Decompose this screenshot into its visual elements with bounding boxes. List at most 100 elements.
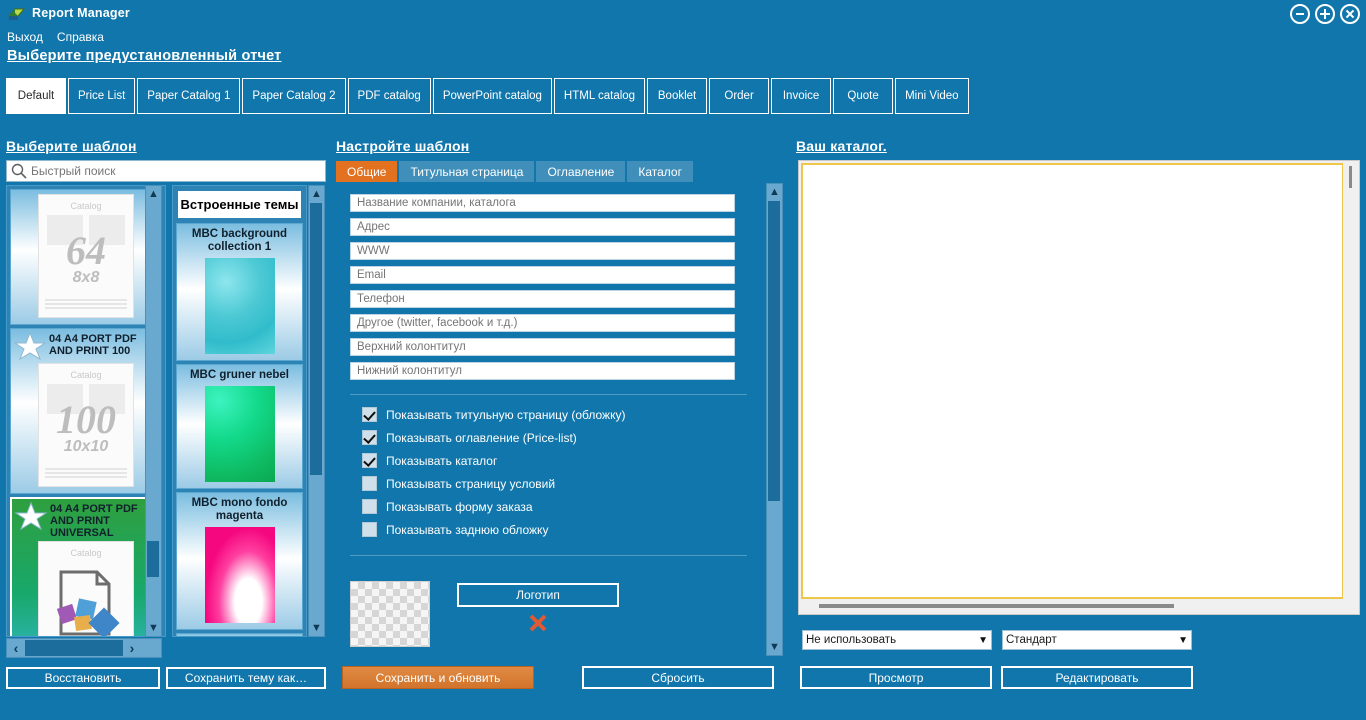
theme-thumbnail (204, 258, 275, 354)
header-input[interactable] (355, 340, 730, 354)
scroll-up-icon[interactable]: ▲ (146, 186, 161, 202)
close-button[interactable] (1340, 4, 1360, 24)
maximize-button[interactable] (1315, 4, 1335, 24)
scroll-up-icon[interactable]: ▲ (309, 186, 324, 202)
theme-card-mono-papier[interactable]: MBC mono papier (176, 633, 303, 636)
tab-price-list[interactable]: Price List (68, 78, 136, 114)
quality-select[interactable]: Стандарт ▼ (1002, 630, 1192, 650)
template-list-scrollbar[interactable]: ▲ ▼ (145, 185, 162, 637)
tab-quote[interactable]: Quote (833, 78, 894, 114)
template-card-pdf-print-100[interactable]: 04 A4 PORT PDF AND PRINT 100 Catalog 100… (10, 328, 162, 494)
scroll-up-icon[interactable]: ▲ (767, 184, 782, 200)
address-input[interactable] (355, 220, 730, 234)
scroll-left-icon[interactable]: ‹ (7, 640, 25, 656)
phone-field[interactable] (350, 290, 735, 308)
checkbox-row-order-form[interactable]: Показывать форму заказа (362, 499, 761, 514)
www-input[interactable] (355, 244, 730, 258)
checkbox-row-terms-page[interactable]: Показывать страницу условий (362, 476, 761, 491)
tab-title-page[interactable]: Титульная страница (399, 161, 535, 182)
menu-item-exit[interactable]: Выход (7, 30, 43, 48)
checkbox-label: Показывать оглавление (Price-list) (386, 430, 577, 445)
edit-button[interactable]: Редактировать (1001, 666, 1193, 689)
search-input[interactable] (29, 163, 325, 179)
usage-select[interactable]: Не использовать ▼ (802, 630, 992, 650)
menu-bar: Выход Справка (0, 30, 104, 48)
header-field[interactable] (350, 338, 735, 356)
company-name-field[interactable] (350, 194, 735, 212)
tab-paper-catalog-1[interactable]: Paper Catalog 1 (137, 78, 241, 114)
address-field[interactable] (350, 218, 735, 236)
builtin-themes-header: Встроенные темы (176, 189, 303, 220)
theme-list-scrollbar[interactable]: ▲ ▼ (308, 185, 325, 637)
preview-button[interactable]: Просмотр (800, 666, 992, 689)
scroll-down-icon[interactable]: ▼ (309, 620, 324, 636)
checkbox-row-title-page[interactable]: Показывать титульную страницу (обложку) (362, 407, 761, 422)
footer-input[interactable] (355, 364, 730, 378)
tab-html-catalog[interactable]: HTML catalog (553, 78, 646, 114)
other-field[interactable] (350, 314, 735, 332)
checkbox-back-cover[interactable] (362, 522, 377, 537)
checkbox-label: Показывать заднюю обложку (386, 522, 549, 537)
other-input[interactable] (355, 316, 730, 330)
theme-card-background-collection-1[interactable]: MBC background collection 1 (176, 223, 303, 361)
checkbox-catalog[interactable] (362, 453, 377, 468)
email-input[interactable] (355, 268, 730, 282)
footer-field[interactable] (350, 362, 735, 380)
checkbox-order-form[interactable] (362, 499, 377, 514)
tab-order[interactable]: Order (709, 78, 770, 114)
scroll-down-icon[interactable]: ▼ (146, 620, 161, 636)
hscrollbar-thumb[interactable] (25, 640, 123, 656)
tab-invoice[interactable]: Invoice (771, 78, 832, 114)
report-manager-window: Report Manager Выход Справка Выберите пр… (0, 0, 1366, 720)
config-panel-scrollbar[interactable]: ▲ ▼ (766, 183, 783, 656)
tab-paper-catalog-2[interactable]: Paper Catalog 2 (242, 78, 346, 114)
theme-list[interactable]: Встроенные темы MBC background collectio… (172, 185, 307, 637)
checkbox-table-of-contents[interactable] (362, 430, 377, 445)
company-name-input[interactable] (355, 196, 730, 210)
minimize-button[interactable] (1290, 4, 1310, 24)
tab-catalog[interactable]: Каталог (627, 161, 693, 182)
template-search-box[interactable] (6, 160, 326, 182)
tab-general[interactable]: Общие (336, 161, 398, 182)
theme-card-mono-fondo-magenta[interactable]: MBC mono fondo magenta (176, 492, 303, 630)
menu-item-help[interactable]: Справка (57, 30, 104, 48)
hscrollbar-thumb[interactable] (819, 604, 1174, 608)
logo-preview[interactable] (350, 581, 430, 647)
template-list-hscrollbar[interactable]: ‹ › (6, 638, 162, 658)
scrollbar-thumb[interactable] (147, 541, 159, 577)
clear-logo-x-icon[interactable] (528, 613, 548, 633)
catalog-preview-area[interactable] (798, 160, 1360, 615)
template-list[interactable]: Catalog 64 8x8 04 A4 PORT PDF AND PRINT … (6, 185, 166, 637)
reset-button[interactable]: Сбросить (582, 666, 774, 689)
email-field[interactable] (350, 266, 735, 284)
save-theme-as-button[interactable]: Сохранить тему как… (166, 667, 326, 689)
window-title: Report Manager (32, 6, 130, 20)
scrollbar-thumb[interactable] (310, 203, 322, 475)
checkbox-row-catalog[interactable]: Показывать каталог (362, 453, 761, 468)
tab-default[interactable]: Default (6, 78, 66, 114)
checkbox-terms-page[interactable] (362, 476, 377, 491)
preview-vertical-scrollbar[interactable] (1343, 162, 1358, 599)
checkbox-row-back-cover[interactable]: Показывать заднюю обложку (362, 522, 761, 537)
tab-booklet[interactable]: Booklet (647, 78, 708, 114)
scroll-down-icon[interactable]: ▼ (767, 639, 782, 655)
template-card-64[interactable]: Catalog 64 8x8 (10, 189, 162, 325)
tab-pdf-catalog[interactable]: PDF catalog (347, 78, 431, 114)
checkbox-title-page[interactable] (362, 407, 377, 422)
template-card-pdf-print-universal[interactable]: 04 A4 PORT PDF AND PRINT UNIVERSAL Catal… (10, 497, 162, 636)
www-field[interactable] (350, 242, 735, 260)
theme-card-gruner-nebel[interactable]: MBC gruner nebel (176, 364, 303, 489)
restore-button[interactable]: Восстановить (6, 667, 160, 689)
logo-button[interactable]: Логотип (457, 583, 619, 607)
scrollbar-thumb[interactable] (1349, 166, 1352, 188)
save-and-update-button[interactable]: Сохранить и обновить (342, 666, 534, 689)
preset-report-link[interactable]: Выберите предустановленный отчет (7, 48, 282, 64)
checkbox-row-table-of-contents[interactable]: Показывать оглавление (Price-list) (362, 430, 761, 445)
scrollbar-thumb[interactable] (768, 201, 780, 501)
tab-powerpoint-catalog[interactable]: PowerPoint catalog (432, 78, 552, 114)
preview-horizontal-scrollbar[interactable] (801, 599, 1342, 612)
tab-mini-video[interactable]: Mini Video (895, 78, 969, 114)
phone-input[interactable] (355, 292, 730, 306)
tab-table-of-contents[interactable]: Оглавление (536, 161, 626, 182)
scroll-right-icon[interactable]: › (123, 640, 141, 656)
